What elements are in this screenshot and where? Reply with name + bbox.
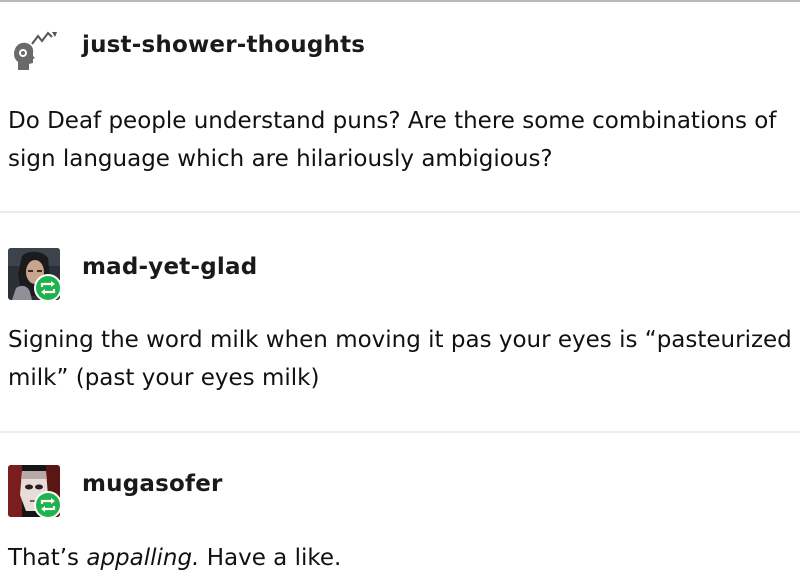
top-border xyxy=(0,0,800,2)
username[interactable]: mugasofer xyxy=(82,471,223,497)
post-text-emphasis: appalling. xyxy=(86,545,200,571)
post-text-part: That’s xyxy=(8,545,87,571)
post-text: That’s appalling. Have a like. xyxy=(8,539,798,577)
username[interactable]: just-shower-thoughts xyxy=(82,32,365,58)
reblog-icon xyxy=(34,274,62,302)
avatar-container[interactable] xyxy=(8,465,62,519)
post-text-part: Have a like. xyxy=(199,545,342,571)
post-header: mad-yet-glad xyxy=(8,248,257,302)
lightbulb-head-icon[interactable] xyxy=(8,26,60,78)
reblog-icon xyxy=(34,491,62,519)
username[interactable]: mad-yet-glad xyxy=(82,254,257,280)
avatar-container[interactable] xyxy=(8,248,62,302)
post-text: Signing the word milk when moving it pas… xyxy=(8,327,792,391)
post-header: just-shower-thoughts xyxy=(8,26,365,78)
post-divider xyxy=(0,211,800,213)
avatar-container[interactable] xyxy=(8,26,60,78)
post-divider xyxy=(0,431,800,433)
post-header: mugasofer xyxy=(8,465,223,519)
post-text: Do Deaf people understand puns? Are ther… xyxy=(8,108,777,172)
